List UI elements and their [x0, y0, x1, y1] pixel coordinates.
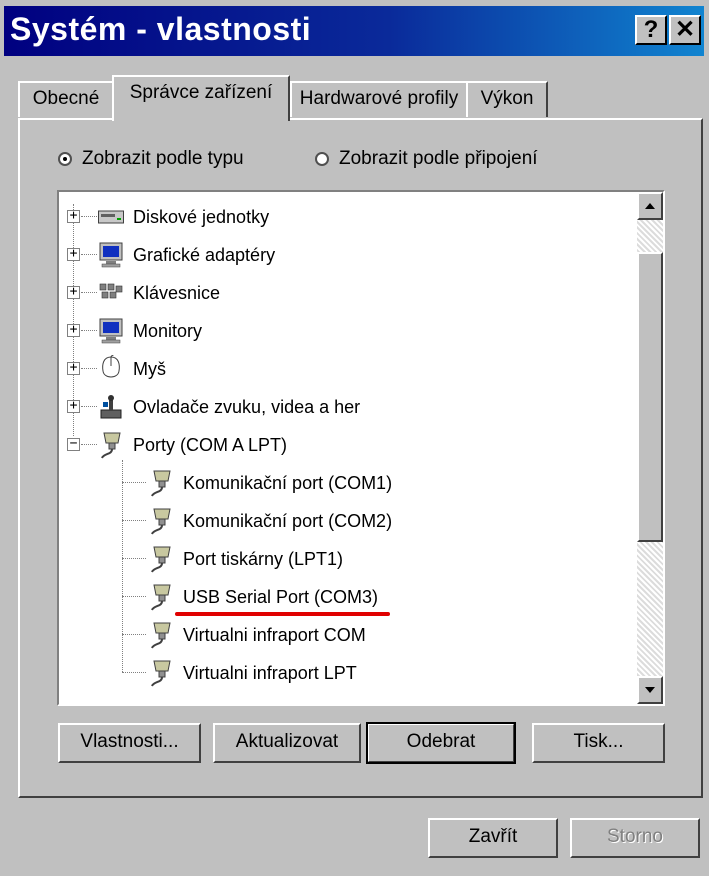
highlight-underline: [175, 612, 390, 616]
tree-item-label: Komunikační port (COM1): [183, 472, 393, 493]
port-connector-icon: [97, 431, 125, 459]
expand-icon[interactable]: +: [67, 361, 80, 375]
tree-item-label: Komunikační port (COM2): [183, 510, 393, 531]
tree-item-monitors[interactable]: Monitory: [97, 314, 202, 348]
device-tree[interactable]: + Diskové jednotky + Grafické adaptéry +: [57, 190, 665, 706]
remove-button[interactable]: Odebrat: [366, 722, 516, 764]
print-button[interactable]: Tisk...: [532, 723, 665, 763]
expand-icon[interactable]: +: [67, 209, 80, 223]
scroll-down-button[interactable]: [637, 676, 663, 704]
tree-item-label: Porty (COM A LPT): [133, 434, 288, 455]
tab-performance[interactable]: Výkon: [466, 81, 548, 117]
view-by-type-radio[interactable]: Zobrazit podle typu: [58, 148, 244, 170]
tree-item-disk-drives[interactable]: Diskové jednotky: [97, 200, 269, 234]
device-tree-content: + Diskové jednotky + Grafické adaptéry +: [59, 192, 639, 704]
scrollbar-thumb[interactable]: [637, 252, 663, 542]
tree-item-lpt1[interactable]: Port tiskárny (LPT1): [147, 542, 343, 576]
tree-item-com2[interactable]: Komunikační port (COM2): [147, 504, 392, 538]
disk-drive-icon: [97, 203, 125, 231]
cancel-button[interactable]: Storno: [570, 818, 700, 858]
expand-icon[interactable]: +: [67, 399, 80, 413]
arrow-up-icon: [645, 203, 655, 209]
expand-icon[interactable]: +: [67, 323, 80, 337]
expand-icon[interactable]: +: [67, 247, 80, 261]
tree-item-label: Grafické adaptéry: [133, 244, 276, 265]
view-by-connection-radio[interactable]: Zobrazit podle připojení: [315, 148, 538, 170]
port-connector-icon: [147, 659, 175, 687]
port-connector-icon: [147, 507, 175, 535]
radio-unchecked-icon[interactable]: [315, 152, 329, 166]
port-connector-icon: [147, 469, 175, 497]
refresh-button[interactable]: Aktualizovat: [213, 723, 361, 763]
tree-item-label: Klávesnice: [133, 282, 221, 303]
title-bar[interactable]: Systém - vlastnosti ? ✕: [4, 6, 704, 56]
keyboard-icon: [97, 279, 125, 307]
tree-item-sound-video-game[interactable]: Ovladače zvuku, videa a her: [97, 390, 360, 424]
port-connector-icon: [147, 583, 175, 611]
vertical-scrollbar[interactable]: [637, 192, 663, 704]
view-by-connection-label: Zobrazit podle připojení: [339, 148, 538, 169]
tree-item-mouse[interactable]: Myš: [97, 352, 166, 386]
tree-item-infraport-lpt[interactable]: Virtualni infraport LPT: [147, 656, 357, 690]
tree-item-infraport-com[interactable]: Virtualni infraport COM: [147, 618, 366, 652]
tree-item-label: USB Serial Port (COM3): [183, 586, 379, 607]
monitor-icon: [97, 317, 125, 345]
tree-item-label: Monitory: [133, 320, 203, 341]
port-connector-icon: [147, 545, 175, 573]
help-button[interactable]: ?: [635, 15, 667, 45]
scroll-up-button[interactable]: [637, 192, 663, 220]
tree-item-ports[interactable]: Porty (COM A LPT): [97, 428, 287, 462]
close-window-button[interactable]: ✕: [669, 15, 701, 45]
tree-item-label: Myš: [133, 358, 166, 379]
view-by-type-label: Zobrazit podle typu: [82, 148, 244, 169]
tab-general[interactable]: Obecné: [18, 81, 114, 117]
tree-item-label: Ovladače zvuku, videa a her: [133, 396, 361, 417]
tree-item-label: Diskové jednotky: [133, 206, 270, 227]
close-button[interactable]: Zavřít: [428, 818, 558, 858]
collapse-icon[interactable]: −: [67, 437, 80, 451]
expand-icon[interactable]: +: [67, 285, 80, 299]
tree-item-label: Virtualni infraport COM: [183, 624, 366, 645]
tree-item-com1[interactable]: Komunikační port (COM1): [147, 466, 392, 500]
radio-checked-icon[interactable]: [58, 152, 72, 166]
tab-hardware-profiles[interactable]: Hardwarové profily: [290, 81, 468, 117]
tree-item-display-adapters[interactable]: Grafické adaptéry: [97, 238, 275, 272]
port-connector-icon: [147, 621, 175, 649]
window-title: Systém - vlastnosti: [10, 11, 312, 47]
arrow-down-icon: [645, 687, 655, 693]
tree-item-label: Virtualni infraport LPT: [183, 662, 357, 683]
tree-item-usb-serial-com3[interactable]: USB Serial Port (COM3): [147, 580, 378, 614]
joystick-icon: [97, 393, 125, 421]
properties-button[interactable]: Vlastnosti...: [58, 723, 201, 763]
tree-item-keyboards[interactable]: Klávesnice: [97, 276, 220, 310]
mouse-icon: [97, 355, 125, 383]
monitor-icon: [97, 241, 125, 269]
tab-device-manager[interactable]: Správce zařízení: [112, 75, 290, 121]
system-properties-window: Systém - vlastnosti ? ✕ Obecné Správce z…: [0, 0, 709, 876]
tree-item-label: Port tiskárny (LPT1): [183, 548, 344, 569]
